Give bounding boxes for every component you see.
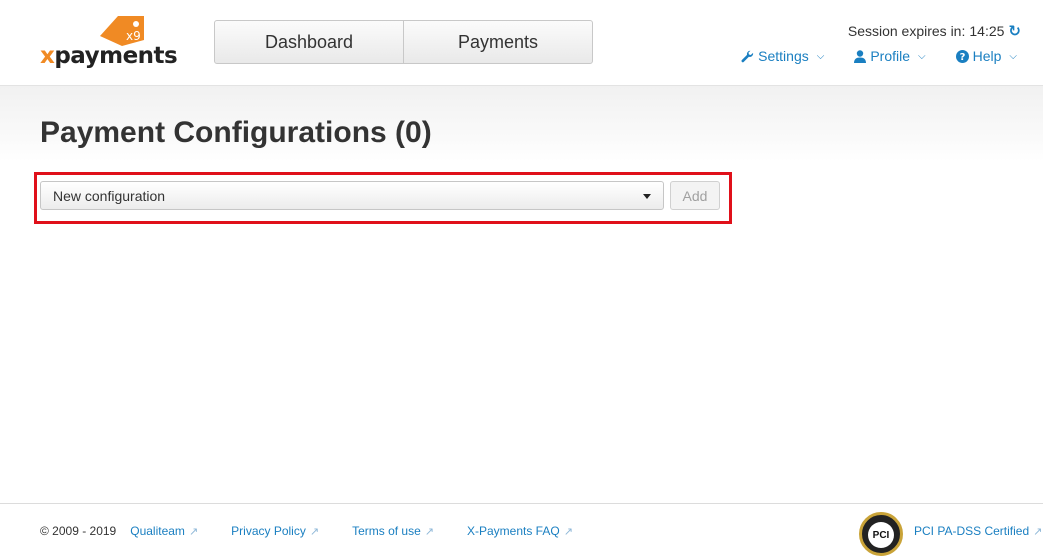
select-value: New configuration xyxy=(53,187,166,204)
footer-link-faq[interactable]: X-Payments FAQ ↗ xyxy=(467,524,573,538)
external-link-icon: ↗ xyxy=(563,525,573,538)
link-label: Qualiteam xyxy=(130,524,185,538)
page-title: Payment Configurations (0) xyxy=(40,116,432,149)
copyright: © 2009 - 2019 xyxy=(40,524,117,538)
new-configuration-select[interactable]: New configuration xyxy=(40,181,664,210)
caret-down-icon xyxy=(643,194,651,199)
pci-badge-text: PCI xyxy=(868,522,894,548)
user-icon xyxy=(854,49,867,63)
profile-label: Profile xyxy=(870,48,911,64)
main-nav: Dashboard Payments xyxy=(214,20,593,64)
add-button[interactable]: Add xyxy=(670,181,720,210)
user-toolbar: Settings ⌵ Profile ⌵ ? Help ⌵ xyxy=(741,48,1017,64)
footer-link-terms[interactable]: Terms of use ↗ xyxy=(352,524,434,538)
help-menu[interactable]: ? Help ⌵ xyxy=(955,48,1017,64)
settings-label: Settings xyxy=(758,48,809,64)
chevron-down-icon: ⌵ xyxy=(816,50,825,62)
external-link-icon: ↗ xyxy=(424,525,434,538)
svg-text:?: ? xyxy=(959,52,965,63)
session-label: Session expires in: xyxy=(847,23,966,39)
logo-prefix: x xyxy=(40,43,55,69)
profile-menu[interactable]: Profile ⌵ xyxy=(854,48,926,64)
header: x9 xpayments Dashboard Payments Session … xyxy=(0,0,1043,86)
logo-name: payments xyxy=(54,43,178,69)
external-link-icon: ↗ xyxy=(1033,525,1043,538)
settings-menu[interactable]: Settings ⌵ xyxy=(741,48,824,64)
footer-links: © 2009 - 2019 Qualiteam ↗ Privacy Policy… xyxy=(40,524,606,538)
logo-wordmark: xpayments xyxy=(40,43,178,69)
pci-certified-link[interactable]: PCI PA-DSS Certified ↗ xyxy=(914,524,1042,538)
external-link-icon: ↗ xyxy=(309,525,320,538)
link-label: Privacy Policy xyxy=(231,524,306,538)
nav-payments[interactable]: Payments xyxy=(403,21,592,63)
footer-link-qualiteam[interactable]: Qualiteam ↗ xyxy=(130,524,198,538)
link-label: X-Payments FAQ xyxy=(466,524,560,538)
external-link-icon: ↗ xyxy=(188,525,199,538)
session-time: 14:25 xyxy=(969,23,1005,39)
wrench-icon xyxy=(741,50,754,62)
chevron-down-icon: ⌵ xyxy=(1009,50,1017,62)
xpayments-logo[interactable]: x9 xpayments xyxy=(40,14,178,74)
help-label: Help xyxy=(972,48,1002,64)
link-label: Terms of use xyxy=(352,524,421,538)
svg-text:x9: x9 xyxy=(126,29,141,43)
session-timer: Session expires in: 14:25 ↻ xyxy=(848,23,1021,39)
pci-label: PCI PA-DSS Certified xyxy=(914,524,1030,538)
question-circle-icon: ? xyxy=(955,49,969,63)
footer: © 2009 - 2019 Qualiteam ↗ Privacy Policy… xyxy=(0,503,1043,556)
chevron-down-icon: ⌵ xyxy=(918,50,926,62)
footer-link-privacy[interactable]: Privacy Policy ↗ xyxy=(231,524,319,538)
pci-badge-icon[interactable]: PCI xyxy=(859,512,903,556)
refresh-icon[interactable]: ↻ xyxy=(1008,24,1021,39)
nav-dashboard[interactable]: Dashboard xyxy=(215,21,403,63)
